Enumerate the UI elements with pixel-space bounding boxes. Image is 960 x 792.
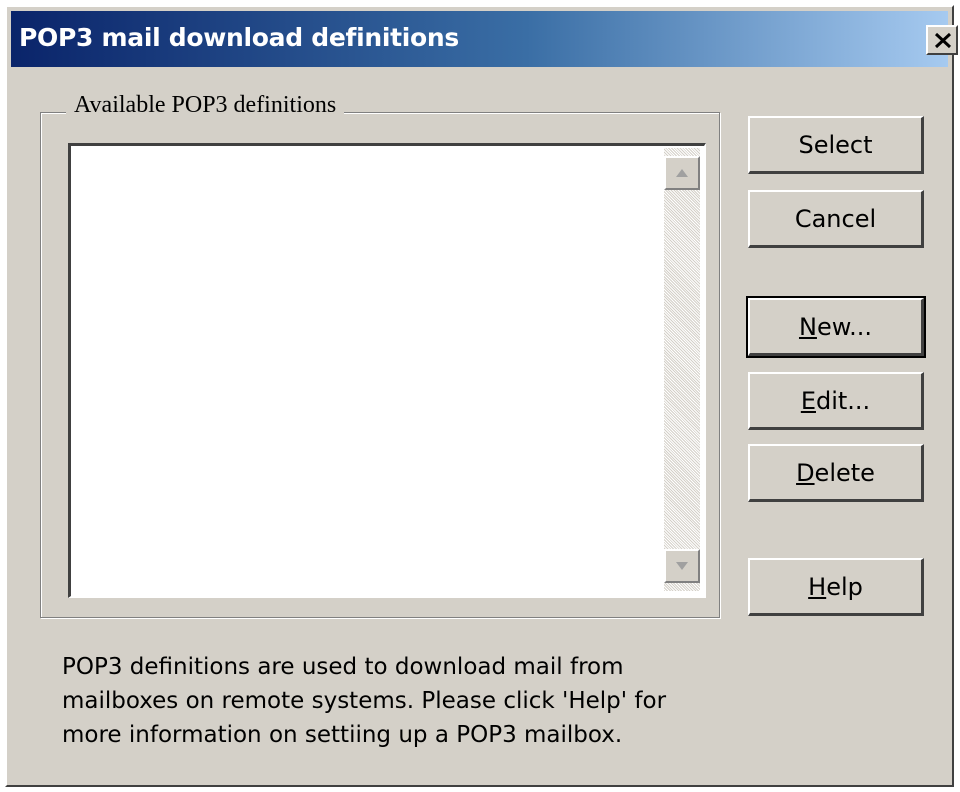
scroll-down-arrow-icon xyxy=(676,562,688,570)
scroll-down-button[interactable] xyxy=(664,549,700,583)
cancel-button-label: Cancel xyxy=(794,204,877,233)
edit-button-label: Edit... xyxy=(800,386,871,415)
select-button-label: Select xyxy=(798,130,873,159)
close-icon xyxy=(934,32,952,49)
new-button[interactable]: New... xyxy=(746,296,926,358)
groupbox-label: Available POP3 definitions xyxy=(66,92,345,119)
cancel-button[interactable]: Cancel xyxy=(748,190,924,248)
new-button-label: New... xyxy=(798,312,873,341)
close-button[interactable] xyxy=(926,25,958,55)
window-title: POP3 mail download definitions xyxy=(19,23,459,52)
edit-button[interactable]: Edit... xyxy=(748,372,924,430)
description-text: POP3 definitions are used to download ma… xyxy=(62,650,742,752)
delete-button-label: Delete xyxy=(796,458,875,487)
scroll-up-arrow-icon xyxy=(676,169,688,177)
definitions-listbox[interactable] xyxy=(68,143,706,598)
select-button[interactable]: Select xyxy=(748,116,924,174)
description-line-2: mailboxes on remote systems. Please clic… xyxy=(62,688,667,714)
description-line-3: more information on settiing up a POP3 m… xyxy=(62,722,623,748)
scroll-up-button[interactable] xyxy=(664,156,700,190)
delete-button[interactable]: Delete xyxy=(748,444,924,502)
title-bar: POP3 mail download definitions xyxy=(11,11,958,67)
listbox-vertical-scrollbar[interactable] xyxy=(664,148,700,591)
help-button[interactable]: Help xyxy=(748,558,924,616)
description-line-1: POP3 definitions are used to download ma… xyxy=(62,654,624,680)
help-button-label: Help xyxy=(808,572,863,601)
